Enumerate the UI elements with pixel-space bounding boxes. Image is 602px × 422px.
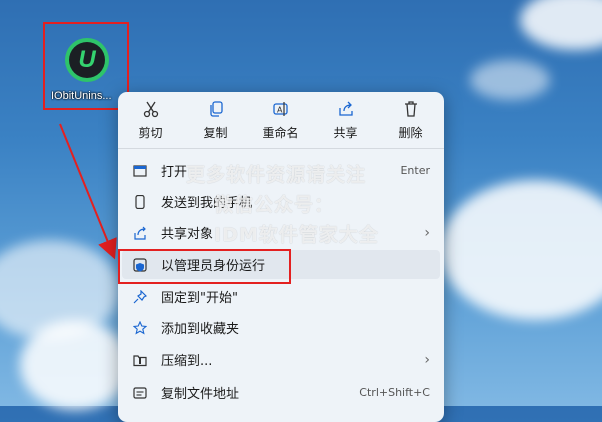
menu-item-shortcut: Ctrl+Shift+C [359,386,430,399]
watermark-line-2: 微信公众号： [214,194,335,216]
folder-zip-icon [133,353,147,367]
menu-item-label: 复制文件地址 [161,387,240,402]
cut-button[interactable]: 剪切 [118,92,183,148]
phone-icon [133,194,147,209]
rename-icon: A [272,100,290,118]
scissors-icon [142,100,160,118]
copy-label: 复制 [203,125,228,140]
menu-item-label: 固定到"开始" [161,291,238,306]
toolbar-divider [118,148,444,149]
rename-button[interactable]: A 重命名 [248,92,313,148]
menu-item-label: 添加到收藏夹 [161,322,240,337]
chevron-right-icon: › [424,224,430,241]
share-button[interactable]: 共享 [313,92,378,148]
share-label: 共享 [333,125,358,140]
share-icon [337,100,355,118]
menu-item-label: 压缩到... [161,354,213,369]
menu-item-add-to-favorites[interactable]: 添加到收藏夹 [122,313,440,342]
cut-label: 剪切 [138,125,163,140]
menu-item-compress-to[interactable]: 压缩到... › [122,345,440,374]
star-icon [133,320,147,335]
trash-icon [402,100,420,118]
context-toolbar: 剪切 复制 A 重命名 共享 删除 [118,92,444,148]
annotation-highlight-frame [118,249,291,284]
share-object-icon [133,226,147,240]
menu-item-shortcut: Enter [400,164,430,177]
copy-path-icon [133,386,147,400]
delete-label: 删除 [398,125,423,140]
svg-text:A: A [277,105,283,114]
rename-label: 重命名 [262,125,299,140]
watermark-line-3: IDM软件管家大全 [214,224,379,246]
watermark-line-1: 更多软件资源请关注 [186,164,367,186]
menu-item-copy-path[interactable]: 复制文件地址 Ctrl+Shift+C [122,378,440,407]
delete-button[interactable]: 删除 [378,92,443,148]
copy-button[interactable]: 复制 [183,92,248,148]
copy-icon [207,100,225,118]
chevron-right-icon: › [424,351,430,368]
menu-item-pin-to-start[interactable]: 固定到"开始" [122,282,440,311]
open-icon [133,164,147,178]
pin-icon [133,289,147,304]
